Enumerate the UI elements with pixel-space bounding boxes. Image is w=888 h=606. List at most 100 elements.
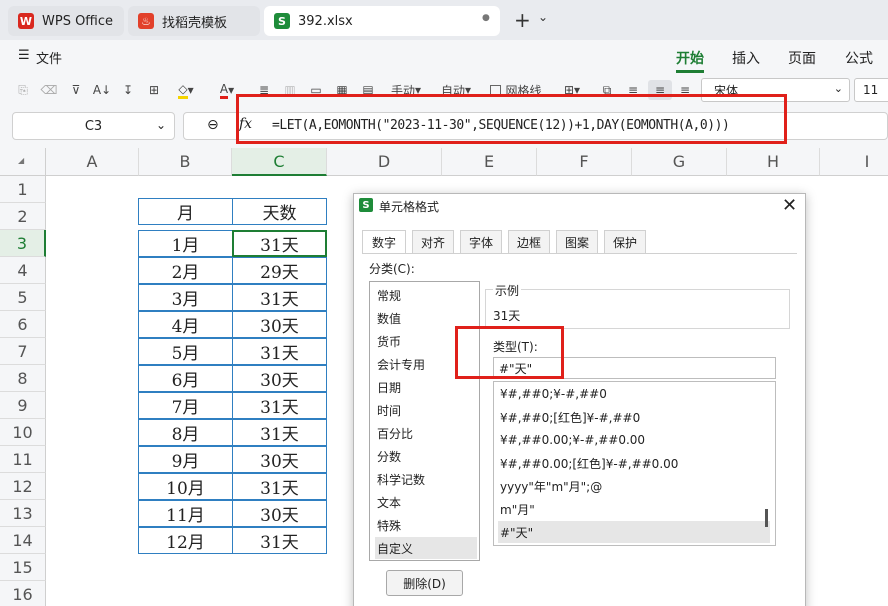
sort-desc-icon[interactable]: ↧ bbox=[119, 80, 137, 100]
sort-asc-icon[interactable]: A↓ bbox=[93, 80, 111, 100]
font-size-select[interactable]: 11 bbox=[854, 78, 888, 102]
category-list[interactable]: 常规 数值 货币 会计专用 日期 时间 百分比 分数 科学记数 文本 特殊 自定义 bbox=[369, 281, 480, 561]
table-cell-days[interactable]: 30天 bbox=[232, 311, 327, 338]
row-header-4[interactable]: 4 bbox=[0, 257, 46, 284]
row-header-15[interactable]: 15 bbox=[0, 554, 46, 581]
clear-icon[interactable]: ⌫ bbox=[40, 80, 58, 100]
table-cell-days[interactable]: 29天 bbox=[232, 257, 327, 284]
tab-protection[interactable]: 保护 bbox=[604, 230, 646, 254]
close-icon[interactable]: ✕ bbox=[782, 195, 797, 216]
table-cell-days[interactable]: 30天 bbox=[232, 446, 327, 473]
tab-number[interactable]: 数字 bbox=[362, 230, 406, 254]
category-item[interactable]: 科学记数 bbox=[375, 468, 477, 490]
file-menu[interactable]: 文件 bbox=[36, 48, 62, 67]
fill-color-icon[interactable]: ◇ ▾ bbox=[173, 80, 199, 100]
table-cell-month[interactable]: 3月 bbox=[138, 284, 233, 311]
tab-392-xlsx[interactable]: S 392.xlsx ● bbox=[264, 6, 500, 36]
row-header-8[interactable]: 8 bbox=[0, 365, 46, 392]
tab-wps-office[interactable]: W WPS Office bbox=[8, 6, 124, 36]
format-item[interactable]: ¥#,##0.00;[红色]¥-#,##0.00 bbox=[498, 452, 770, 474]
ribbon-tab-formula[interactable]: 公式 bbox=[845, 48, 873, 68]
table-cell-days[interactable]: 31天 bbox=[232, 527, 327, 554]
table-cell-month[interactable]: 11月 bbox=[138, 500, 233, 527]
table-cell-month[interactable]: 7月 bbox=[138, 392, 233, 419]
row-header-11[interactable]: 11 bbox=[0, 446, 46, 473]
row-header-9[interactable]: 9 bbox=[0, 392, 46, 419]
format-item[interactable]: yyyy"年"m"月";@ bbox=[498, 475, 770, 497]
format-item[interactable]: m"月" bbox=[498, 498, 770, 520]
column-header-f[interactable]: F bbox=[537, 148, 632, 176]
column-header-e[interactable]: E bbox=[442, 148, 537, 176]
borders-icon[interactable]: ⊞ bbox=[145, 80, 163, 100]
format-item[interactable]: ¥#,##0.00;¥-#,##0.00 bbox=[498, 429, 770, 451]
row-header-16[interactable]: 16 bbox=[0, 581, 46, 606]
row-header-12[interactable]: 12 bbox=[0, 473, 46, 500]
filter-icon[interactable]: ⊽ bbox=[67, 80, 85, 100]
row-header-3[interactable]: 3 bbox=[0, 230, 46, 257]
selected-cell-c3[interactable]: 31天 bbox=[232, 230, 327, 257]
column-header-h[interactable]: H bbox=[727, 148, 820, 176]
category-item[interactable]: 日期 bbox=[375, 376, 477, 398]
table-cell-days[interactable]: 31天 bbox=[232, 338, 327, 365]
row-header-14[interactable]: 14 bbox=[0, 527, 46, 554]
row-header-13[interactable]: 13 bbox=[0, 500, 46, 527]
table-cell-days[interactable]: 30天 bbox=[232, 500, 327, 527]
row-header-1[interactable]: 1 bbox=[0, 176, 46, 203]
tab-docer[interactable]: ♨ 找稻壳模板 bbox=[128, 6, 260, 36]
column-header-g[interactable]: G bbox=[632, 148, 727, 176]
category-item[interactable]: 分数 bbox=[375, 445, 477, 467]
category-item[interactable]: 常规 bbox=[375, 284, 477, 306]
table-cell-month[interactable]: 10月 bbox=[138, 473, 233, 500]
row-header-10[interactable]: 10 bbox=[0, 419, 46, 446]
category-item[interactable]: 百分比 bbox=[375, 422, 477, 444]
table-header-month[interactable]: 月 bbox=[138, 198, 233, 225]
table-cell-month[interactable]: 1月 bbox=[138, 230, 233, 257]
table-cell-month[interactable]: 4月 bbox=[138, 311, 233, 338]
table-cell-month[interactable]: 9月 bbox=[138, 446, 233, 473]
table-cell-month[interactable]: 5月 bbox=[138, 338, 233, 365]
category-item[interactable]: 自定义 bbox=[375, 537, 477, 559]
delete-button[interactable]: 删除(D) bbox=[386, 570, 463, 596]
scrollbar-thumb[interactable] bbox=[765, 509, 768, 527]
table-cell-month[interactable]: 8月 bbox=[138, 419, 233, 446]
name-box[interactable]: C3 ⌄ bbox=[12, 112, 175, 140]
column-header-c[interactable]: C bbox=[232, 148, 327, 176]
format-list[interactable]: ¥#,##0;¥-#,##0 ¥#,##0;[红色]¥-#,##0 ¥#,##0.0… bbox=[493, 381, 776, 546]
table-cell-month[interactable]: 2月 bbox=[138, 257, 233, 284]
ribbon-tab-home[interactable]: 开始 bbox=[676, 48, 704, 68]
chevron-down-icon[interactable]: ⌄ bbox=[538, 10, 548, 24]
row-header-6[interactable]: 6 bbox=[0, 311, 46, 338]
category-item[interactable]: 文本 bbox=[375, 491, 477, 513]
ribbon-tab-insert[interactable]: 插入 bbox=[732, 48, 760, 68]
format-item[interactable]: ¥#,##0;[红色]¥-#,##0 bbox=[498, 406, 770, 428]
tab-font[interactable]: 字体 bbox=[460, 230, 502, 254]
table-header-days[interactable]: 天数 bbox=[232, 198, 327, 225]
row-header-7[interactable]: 7 bbox=[0, 338, 46, 365]
tab-border[interactable]: 边框 bbox=[508, 230, 550, 254]
column-header-a[interactable]: A bbox=[46, 148, 139, 176]
column-header-b[interactable]: B bbox=[139, 148, 232, 176]
tab-close-icon[interactable]: ● bbox=[482, 13, 490, 23]
tab-alignment[interactable]: 对齐 bbox=[412, 230, 454, 254]
row-header-5[interactable]: 5 bbox=[0, 284, 46, 311]
category-item[interactable]: 时间 bbox=[375, 399, 477, 421]
column-header-d[interactable]: D bbox=[327, 148, 442, 176]
table-cell-days[interactable]: 30天 bbox=[232, 365, 327, 392]
zoom-icon[interactable]: ⊖ bbox=[207, 117, 219, 133]
select-all-corner[interactable]: ◢ bbox=[0, 148, 46, 176]
column-header-i[interactable]: I bbox=[820, 148, 888, 176]
add-tab-icon[interactable]: + bbox=[514, 8, 531, 32]
ribbon-tab-page[interactable]: 页面 bbox=[788, 48, 816, 68]
format-item[interactable]: ¥#,##0;¥-#,##0 bbox=[498, 383, 770, 405]
table-cell-month[interactable]: 12月 bbox=[138, 527, 233, 554]
menu-icon[interactable]: ☰ bbox=[18, 48, 30, 63]
table-cell-days[interactable]: 31天 bbox=[232, 392, 327, 419]
category-item[interactable]: 特殊 bbox=[375, 514, 477, 536]
format-painter-icon[interactable]: ⎘ bbox=[14, 80, 32, 100]
table-cell-days[interactable]: 31天 bbox=[232, 473, 327, 500]
format-item[interactable]: #"天" bbox=[498, 521, 770, 543]
row-header-2[interactable]: 2 bbox=[0, 203, 46, 230]
table-cell-month[interactable]: 6月 bbox=[138, 365, 233, 392]
table-cell-days[interactable]: 31天 bbox=[232, 419, 327, 446]
table-cell-days[interactable]: 31天 bbox=[232, 284, 327, 311]
